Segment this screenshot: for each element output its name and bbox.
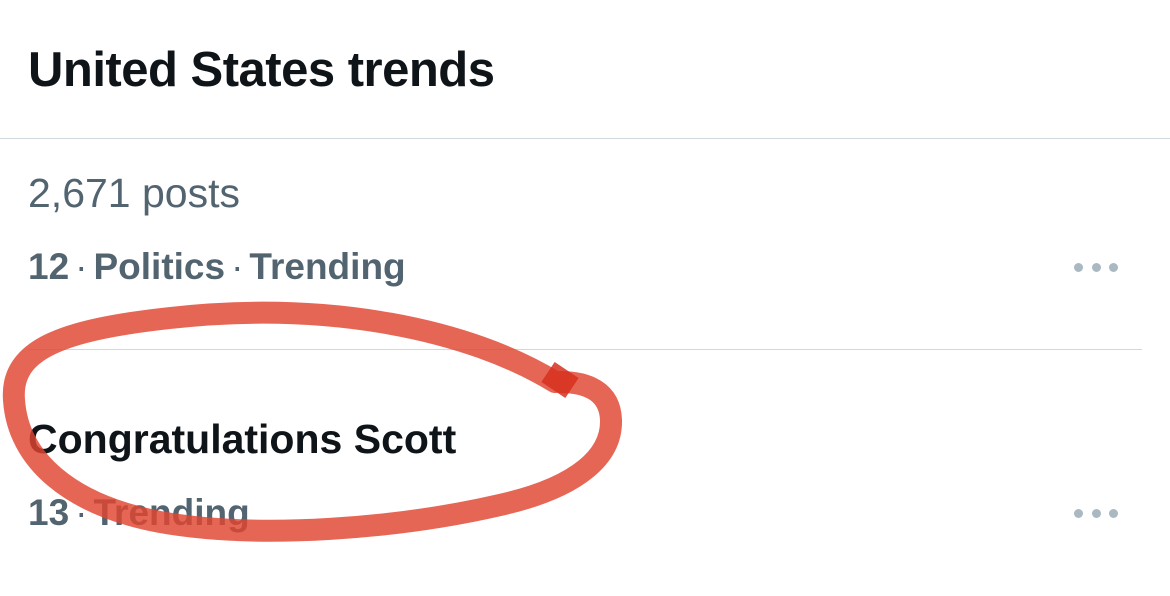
separator-dot: · [75,246,88,287]
separator-dot: · [231,246,244,287]
trend-rank: 13 [28,492,70,533]
trend-name[interactable]: Congratulations Scott [28,414,456,464]
page-header: United States trends [0,0,1170,139]
page-title: United States trends [28,43,495,97]
trend-meta: 12 · Politics · Trending [28,244,406,290]
trend-post-count: 2,671 posts [28,170,240,216]
more-icon[interactable] [1074,501,1118,525]
trend-status: Trending [93,492,250,533]
separator-dot: · [75,492,88,533]
trend-rank: 12 [28,246,70,287]
trend-meta: 13 · Trending [28,490,250,536]
trend-status: Trending [249,246,406,287]
more-icon[interactable] [1074,255,1118,279]
trend-category: Politics [93,246,226,287]
trend-item[interactable] [0,350,1170,596]
